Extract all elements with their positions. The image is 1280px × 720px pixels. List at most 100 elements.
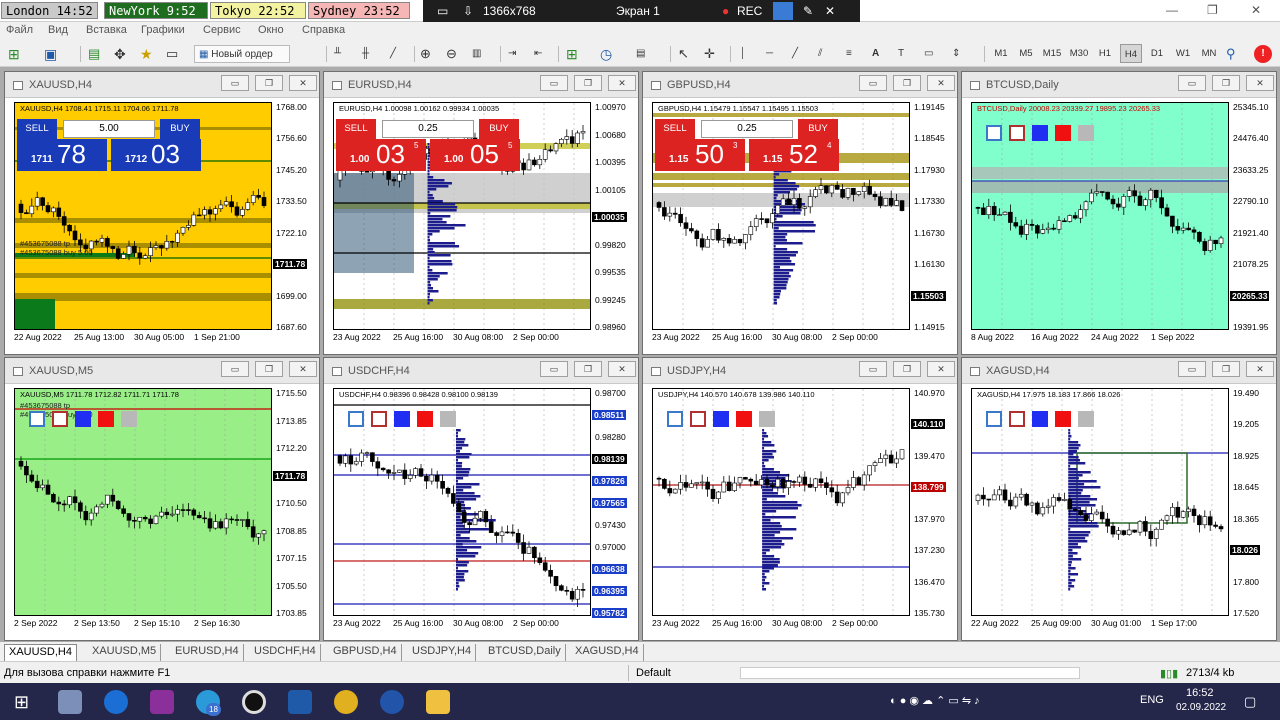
metatrader-icon[interactable] (288, 690, 312, 714)
navigator-icon[interactable]: ✥ (114, 45, 126, 63)
explorer-icon[interactable] (58, 690, 82, 714)
chrome-icon[interactable] (334, 690, 358, 714)
menu-tools[interactable]: Сервис (203, 24, 241, 36)
tab-xauusd-m5[interactable]: XAUUSD,M5 (88, 644, 162, 661)
horizontal-line-icon[interactable]: ─ (766, 45, 773, 63)
menu-insert[interactable]: Вставка (86, 24, 127, 36)
buy-price-button[interactable]: 1712 03 (111, 139, 201, 171)
color-tool-swatch[interactable] (1078, 125, 1094, 141)
color-tool-swatch[interactable] (1055, 125, 1071, 141)
language-indicator[interactable]: ENG (1140, 694, 1164, 706)
minimize-window-icon[interactable]: ▭ (540, 361, 568, 377)
chart-plot-area[interactable]: BTCUSD,Daily 20008.23 20339.27 19895.23 … (971, 102, 1229, 330)
close-window-icon[interactable]: ✕ (608, 361, 636, 377)
channel-icon[interactable]: ⫽ (818, 45, 822, 63)
chart-title-bar[interactable]: XAGUSD,H4 ▭ ❐ ✕ (962, 358, 1276, 384)
chart-title-bar[interactable]: GBPUSD,H4 ▭ ❐ ✕ (643, 72, 957, 98)
monitor-icon[interactable]: ▭ (437, 4, 448, 18)
maximize-window-icon[interactable]: ❐ (1212, 75, 1240, 91)
chart-plot-area[interactable]: XAUUSD,M5 1711.78 1712.82 1711.71 1711.7… (14, 388, 272, 616)
chart-title-bar[interactable]: USDJPY,H4 ▭ ❐ ✕ (643, 358, 957, 384)
color-tool-swatch[interactable] (1055, 411, 1071, 427)
color-tool-swatch[interactable] (52, 411, 68, 427)
windows-start-icon[interactable]: ⊞ (14, 692, 29, 713)
chart-plot-area[interactable]: EURUSD,H4 1.00098 1.00162 0.99934 1.0003… (333, 102, 591, 330)
color-tool-swatch[interactable] (121, 411, 137, 427)
chart-title-bar[interactable]: USDCHF,H4 ▭ ❐ ✕ (324, 358, 638, 384)
color-tool-swatch[interactable] (1032, 125, 1048, 141)
tf-h4[interactable]: H4 (1120, 44, 1142, 63)
color-tool-swatch[interactable] (986, 125, 1002, 141)
chart-plot-area[interactable]: XAGUSD,H4 17.975 18.183 17.866 18.026 (971, 388, 1229, 616)
folder-icon[interactable] (426, 690, 450, 714)
crosshair-icon[interactable]: ✛ (704, 45, 715, 63)
buy-price-button[interactable]: 1.15 52 4 (749, 139, 839, 171)
minimize-window-icon[interactable]: ▭ (859, 361, 887, 377)
chart-window-xagusd-h4[interactable]: XAGUSD,H4 ▭ ❐ ✕ XAGUSD,H4 17.975 18.183 17.8… (961, 357, 1277, 641)
autoscroll-icon[interactable]: ⇥ (508, 45, 516, 63)
chart-shift-icon[interactable]: ⇤ (534, 45, 542, 63)
label-icon[interactable]: T (898, 45, 904, 63)
close-window-icon[interactable]: ✕ (1246, 361, 1274, 377)
chart-window-xauusd-h4[interactable]: XAUUSD,H4 ▭ ❐ ✕ XAUUSD,H4 1708.41 1715.11 17… (4, 71, 320, 355)
color-tool-swatch[interactable] (371, 411, 387, 427)
buy-button[interactable]: BUY (798, 119, 838, 139)
minimize-window-icon[interactable]: ▭ (1178, 75, 1206, 91)
terminal-icon[interactable]: ▭ (166, 45, 178, 63)
color-tool-swatch[interactable] (98, 411, 114, 427)
sell-price-button[interactable]: 1711 78 (17, 139, 107, 171)
chart-title-bar[interactable]: XAUUSD,H4 ▭ ❐ ✕ (5, 72, 319, 98)
maximize-icon[interactable]: ❐ (1207, 3, 1218, 17)
color-tool-swatch[interactable] (440, 411, 456, 427)
close-window-icon[interactable]: ✕ (608, 75, 636, 91)
capture-icon[interactable] (773, 2, 793, 20)
sell-button[interactable]: SELL (336, 119, 376, 139)
clock-date[interactable]: 02.09.2022 (1176, 702, 1226, 713)
tab-eurusd-h4[interactable]: EURUSD,H4 (171, 644, 244, 661)
candle-chart-icon[interactable]: ╫ (362, 45, 369, 63)
menu-charts[interactable]: Графики (141, 24, 185, 36)
profiles-icon[interactable]: ▣ (44, 45, 57, 63)
color-tool-swatch[interactable] (348, 411, 364, 427)
close-window-icon[interactable]: ✕ (1246, 75, 1274, 91)
menu-view[interactable]: Вид (48, 24, 68, 36)
lot-size-field[interactable]: 0.25 (382, 120, 474, 138)
sell-button[interactable]: SELL (17, 119, 57, 139)
alert-icon[interactable]: ! (1254, 45, 1272, 63)
favorites-icon[interactable]: ★ (140, 45, 153, 63)
lot-size-field[interactable]: 5.00 (63, 120, 155, 138)
sell-button[interactable]: SELL (655, 119, 695, 139)
maximize-window-icon[interactable]: ❐ (1212, 361, 1240, 377)
menu-file[interactable]: Файл (6, 24, 33, 36)
notifications-icon[interactable]: ▢ (1244, 694, 1256, 710)
pen-icon[interactable]: ✎ (803, 4, 813, 18)
tf-m30[interactable]: M30 (1068, 44, 1090, 63)
tab-gbpusd-h4[interactable]: GBPUSD,H4 (329, 644, 402, 661)
color-tool-swatch[interactable] (759, 411, 775, 427)
chart-window-btcusd-daily[interactable]: BTCUSD,Daily ▭ ❐ ✕ BTCUSD,Daily 20008.23 203… (961, 71, 1277, 355)
maximize-window-icon[interactable]: ❐ (893, 75, 921, 91)
buy-button[interactable]: BUY (160, 119, 200, 139)
minimize-window-icon[interactable]: ▭ (859, 75, 887, 91)
color-tool-swatch[interactable] (1078, 411, 1094, 427)
close-window-icon[interactable]: ✕ (289, 75, 317, 91)
search-icon[interactable]: ⚲ (1226, 45, 1236, 63)
sell-price-button[interactable]: 1.15 50 3 (655, 139, 745, 171)
color-tool-swatch[interactable] (417, 411, 433, 427)
close-recorder-icon[interactable]: ✕ (825, 4, 835, 18)
bar-chart-icon[interactable]: ╨ (334, 45, 341, 63)
chart-plot-area[interactable]: USDJPY,H4 140.570 140.678 139.986 140.11… (652, 388, 910, 616)
tab-btcusd-daily[interactable]: BTCUSD,Daily (484, 644, 566, 661)
lot-size-field[interactable]: 0.25 (701, 120, 793, 138)
color-tool-swatch[interactable] (736, 411, 752, 427)
color-tool-swatch[interactable] (394, 411, 410, 427)
color-tool-swatch[interactable] (986, 411, 1002, 427)
color-tool-swatch[interactable] (75, 411, 91, 427)
chart-plot-area[interactable]: XAUUSD,H4 1708.41 1715.11 1704.06 1711.7… (14, 102, 272, 330)
menu-help[interactable]: Справка (302, 24, 345, 36)
chart-title-bar[interactable]: EURUSD,H4 ▭ ❐ ✕ (324, 72, 638, 98)
maximize-window-icon[interactable]: ❐ (893, 361, 921, 377)
tile-icon[interactable]: ▥ (472, 45, 481, 63)
buy-button[interactable]: BUY (479, 119, 519, 139)
line-chart-icon[interactable]: ╱ (390, 45, 396, 63)
